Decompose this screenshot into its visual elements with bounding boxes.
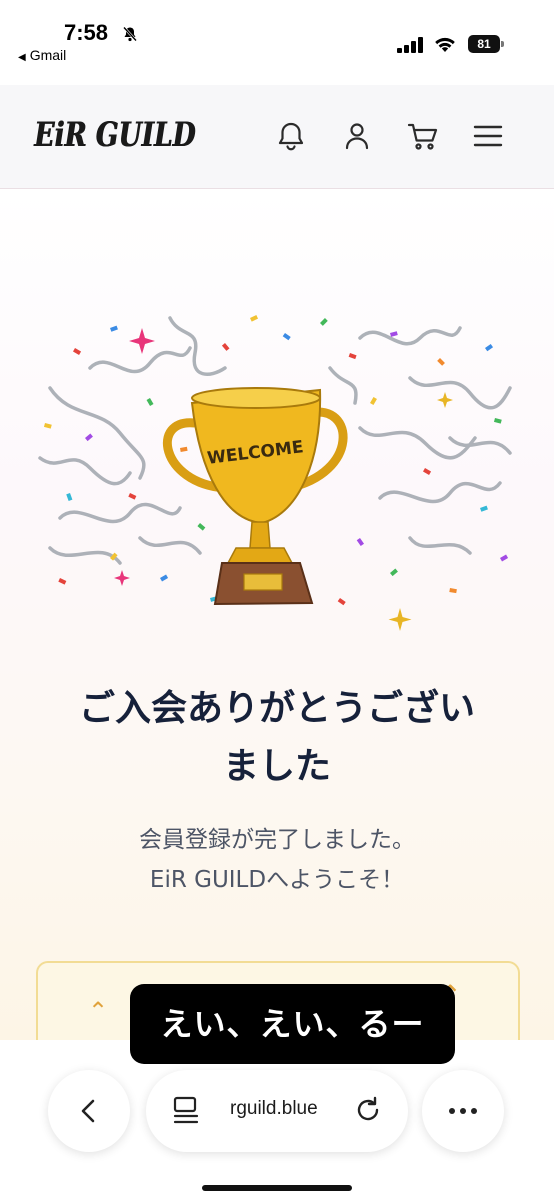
battery-icon: 81 [468, 35, 504, 53]
home-indicator[interactable] [202, 1185, 352, 1191]
battery-level: 81 [468, 35, 500, 53]
user-icon[interactable] [340, 119, 374, 153]
trophy-illustration: WELCOME [38, 315, 512, 631]
cellular-signal-icon [397, 37, 423, 53]
trophy: WELCOME [162, 387, 348, 606]
more-icon [449, 1108, 477, 1114]
back-app-label: Gmail [29, 47, 67, 63]
back-icon [81, 1099, 95, 1123]
completion-message: 会員登録が完了しました。 EiR GUILDへようこそ！ [20, 820, 534, 900]
page-title: ご入会ありがとうござい ました [20, 680, 534, 796]
bell-slash-icon [123, 26, 137, 42]
sub-line-2: EiR GUILDへようこそ！ [149, 867, 405, 893]
card-deco-left: ⌃ [88, 997, 109, 1025]
site-header: EiR GUILD [0, 85, 554, 189]
status-bar: 7:58 ◀ Gmail 81 [0, 0, 554, 84]
wifi-icon [435, 37, 455, 52]
status-time: 7:58 [64, 20, 109, 45]
url-text: rguild.blue [230, 1098, 318, 1119]
back-to-app-link[interactable]: ◀ Gmail [18, 47, 66, 63]
menu-icon[interactable] [471, 119, 505, 153]
cart-icon[interactable] [406, 119, 440, 153]
more-button[interactable] [422, 1070, 504, 1152]
site-logo[interactable]: EiR GUILD [34, 115, 195, 155]
welcome-content: WELCOME ご入会ありがとうござい ました 会員登録が完了しました。 EiR… [0, 190, 554, 1040]
sub-line-1: 会員登録が完了しました。 [139, 827, 415, 853]
back-button[interactable] [48, 1070, 130, 1152]
headline-line-1: ご入会ありがとうござい [78, 688, 475, 729]
bell-icon[interactable] [274, 119, 308, 153]
headline-line-2: ました [222, 746, 331, 787]
tabs-icon[interactable] [170, 1094, 202, 1126]
caption-overlay: えい、えい、るー [130, 984, 455, 1064]
url-bar[interactable]: rguild.blue [146, 1070, 408, 1152]
reload-icon[interactable] [352, 1094, 384, 1126]
